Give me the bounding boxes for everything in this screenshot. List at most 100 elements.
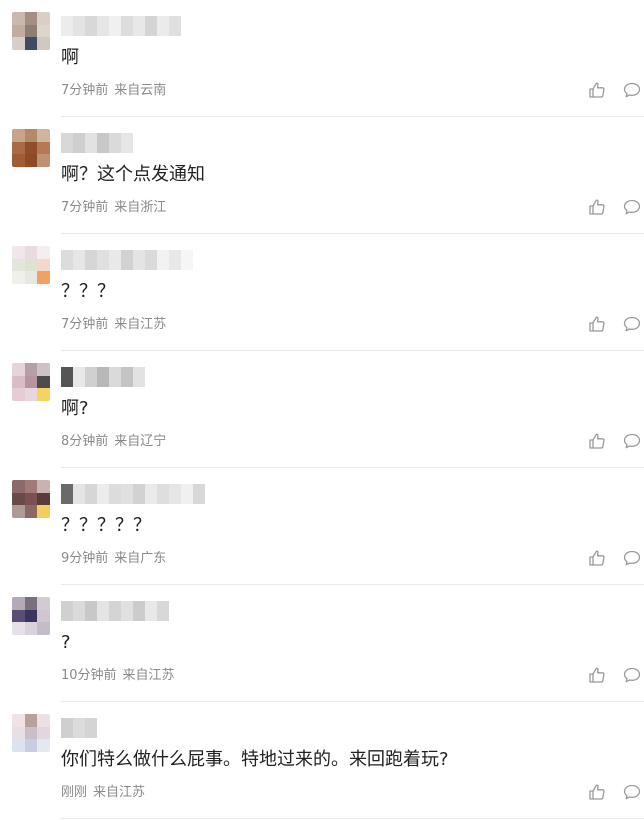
avatar[interactable] bbox=[12, 714, 50, 752]
avatar[interactable] bbox=[12, 363, 50, 401]
reply-button[interactable] bbox=[622, 314, 642, 334]
username-blurred[interactable] bbox=[61, 250, 193, 270]
avatar-pixel bbox=[12, 622, 25, 635]
comment-text: ? bbox=[61, 632, 71, 653]
like-button[interactable] bbox=[587, 782, 607, 802]
comment-time: 7分钟前 bbox=[61, 317, 109, 332]
avatar-pixel bbox=[12, 271, 25, 284]
avatar-pixel bbox=[12, 388, 25, 401]
avatar-pixel bbox=[12, 609, 25, 623]
avatar-pixel bbox=[24, 375, 38, 389]
avatar-pixel bbox=[24, 726, 38, 740]
avatar[interactable] bbox=[12, 12, 50, 50]
avatar-pixel bbox=[37, 505, 50, 518]
avatar-pixel bbox=[12, 246, 25, 259]
username-blur-block bbox=[85, 718, 97, 738]
speech-bubble-icon bbox=[623, 667, 641, 683]
username-blur-block bbox=[157, 484, 169, 504]
username-blur-block bbox=[97, 601, 109, 621]
username-blurred[interactable] bbox=[61, 718, 97, 738]
username-blur-block bbox=[73, 601, 85, 621]
username-blur-block bbox=[133, 16, 145, 36]
avatar[interactable] bbox=[12, 129, 50, 167]
username-blur-block bbox=[61, 250, 73, 270]
comment-time: 9分钟前 bbox=[61, 551, 109, 566]
like-button[interactable] bbox=[587, 548, 607, 568]
like-button[interactable] bbox=[587, 431, 607, 451]
reply-button[interactable] bbox=[622, 665, 642, 685]
avatar-pixel bbox=[24, 258, 38, 272]
username-blurred[interactable] bbox=[61, 367, 145, 387]
avatar-pixel bbox=[12, 258, 25, 272]
avatar-pixel bbox=[37, 480, 50, 493]
username-blur-block bbox=[73, 484, 85, 504]
avatar-pixel bbox=[12, 363, 25, 376]
avatar-pixel bbox=[24, 363, 38, 376]
username-blurred[interactable] bbox=[61, 16, 181, 36]
username-blur-block bbox=[157, 16, 169, 36]
like-button[interactable] bbox=[587, 197, 607, 217]
username-blur-block bbox=[109, 133, 121, 153]
reply-button[interactable] bbox=[622, 782, 642, 802]
avatar-pixel bbox=[24, 622, 38, 635]
username-blur-block bbox=[97, 16, 109, 36]
comment-item: ？？？ 7分钟前 来自江苏 bbox=[0, 234, 644, 351]
username-blur-block bbox=[133, 367, 145, 387]
username-blur-block bbox=[121, 367, 133, 387]
avatar-pixel bbox=[24, 714, 38, 727]
username-blur-block bbox=[85, 133, 97, 153]
username-blurred[interactable] bbox=[61, 133, 133, 153]
comment-item: 啊? 8分钟前 来自辽宁 bbox=[0, 351, 644, 468]
speech-bubble-icon bbox=[623, 316, 641, 332]
username-blur-block bbox=[169, 250, 181, 270]
comment-meta: 7分钟前 来自江苏 bbox=[61, 316, 166, 334]
username-blur-block bbox=[145, 16, 157, 36]
username-blurred[interactable] bbox=[61, 601, 169, 621]
avatar-pixel bbox=[37, 375, 50, 389]
avatar-pixel bbox=[12, 129, 25, 142]
speech-bubble-icon bbox=[623, 784, 641, 800]
like-button[interactable] bbox=[587, 314, 607, 334]
username-blur-block bbox=[85, 601, 97, 621]
avatar-pixel bbox=[12, 505, 25, 518]
comment-text: ？？？ bbox=[61, 281, 115, 302]
comment-meta: 7分钟前 来自浙江 bbox=[61, 199, 166, 217]
reply-button[interactable] bbox=[622, 548, 642, 568]
comment-text: 啊？这个点发通知 bbox=[61, 164, 205, 185]
divider bbox=[61, 818, 644, 819]
reply-button[interactable] bbox=[622, 80, 642, 100]
comment-meta: 刚刚 来自江苏 bbox=[61, 784, 145, 802]
reply-button[interactable] bbox=[622, 197, 642, 217]
comment-meta: 7分钟前 来自云南 bbox=[61, 82, 166, 100]
username-blur-block bbox=[97, 367, 109, 387]
username-blur-block bbox=[145, 250, 157, 270]
username-blur-block bbox=[157, 250, 169, 270]
avatar[interactable] bbox=[12, 246, 50, 284]
username-blur-block bbox=[85, 250, 97, 270]
thumbs-up-icon bbox=[589, 667, 605, 683]
avatar[interactable] bbox=[12, 597, 50, 635]
like-button[interactable] bbox=[587, 665, 607, 685]
comment-location: 来自辽宁 bbox=[114, 434, 167, 449]
avatar-pixel bbox=[24, 141, 38, 155]
thumbs-up-icon bbox=[589, 316, 605, 332]
like-button[interactable] bbox=[587, 80, 607, 100]
username-blur-block bbox=[85, 484, 97, 504]
comment-meta: 9分钟前 来自广东 bbox=[61, 550, 166, 568]
avatar-pixel bbox=[37, 492, 50, 506]
comment-meta: 8分钟前 来自辽宁 bbox=[61, 433, 166, 451]
username-blur-block bbox=[73, 133, 85, 153]
comment-text: 啊 bbox=[61, 47, 79, 68]
thumbs-up-icon bbox=[589, 784, 605, 800]
avatar[interactable] bbox=[12, 480, 50, 518]
username-blur-block bbox=[73, 367, 85, 387]
thumbs-up-icon bbox=[589, 199, 605, 215]
avatar-pixel bbox=[24, 388, 38, 401]
username-blur-block bbox=[97, 484, 109, 504]
comment-text: 啊? bbox=[61, 398, 89, 419]
avatar-pixel bbox=[24, 12, 38, 25]
reply-button[interactable] bbox=[622, 431, 642, 451]
avatar-pixel bbox=[37, 271, 50, 284]
username-blurred[interactable] bbox=[61, 484, 205, 504]
avatar-pixel bbox=[37, 363, 50, 376]
